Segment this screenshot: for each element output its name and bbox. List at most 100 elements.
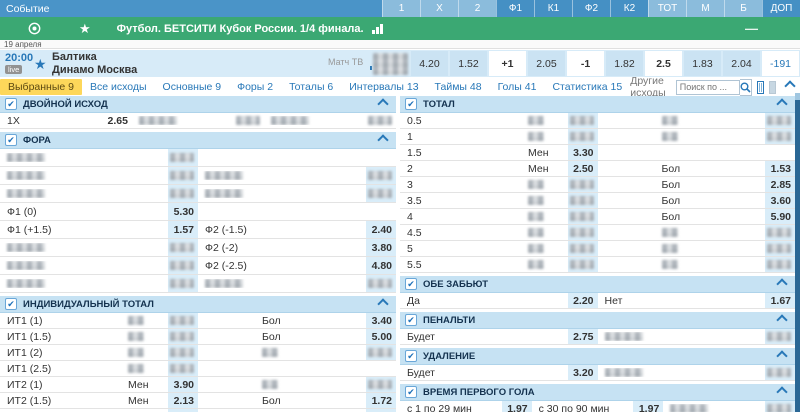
market-header-handicap[interactable]: ✔ ФОРА — [0, 132, 396, 149]
outcome-value-button[interactable]: 2.20 — [568, 293, 598, 308]
outcome-value-button — [568, 177, 598, 192]
outcome-value-button[interactable]: 5.90 — [765, 209, 795, 224]
outcome-value-button[interactable]: 3.40 — [366, 313, 396, 328]
outcome-value-button[interactable]: 2.75 — [568, 329, 598, 344]
market-section-first-goal-time: ✔ВРЕМЯ ПЕРВОГО ГОЛАс 1 по 29 мин1.97с 30… — [400, 384, 795, 412]
collapse-chevron-icon[interactable] — [776, 350, 787, 361]
match-teams[interactable]: Балтика Динамо Москва — [52, 51, 137, 77]
outcome-value-button[interactable]: 1.97 — [633, 401, 663, 412]
outcome-value-button — [765, 365, 795, 380]
tab-тоталы-6[interactable]: Тоталы 6 — [281, 79, 341, 95]
row-half — [198, 185, 396, 202]
tab-интервалы-13[interactable]: Интервалы 13 — [341, 79, 426, 95]
outcome-value-button[interactable]: 3.90 — [168, 377, 198, 392]
outcome-value-button[interactable]: 2.50 — [568, 161, 598, 176]
outcome-value-button[interactable]: 5.00 — [366, 329, 396, 344]
collapse-chevron-icon[interactable] — [776, 314, 787, 325]
outcome-value-button[interactable]: 3.80 — [366, 239, 396, 256]
odds-cell[interactable]: 4.20 — [411, 51, 448, 76]
row-half-left: 0.5 — [400, 113, 598, 128]
collapse-chevron-icon[interactable] — [377, 298, 388, 309]
outcome-value-button[interactable]: 4.80 — [366, 257, 396, 274]
odds-cell[interactable]: 2.05 — [528, 51, 565, 76]
market-header-total[interactable]: ✔ТОТАЛ — [400, 96, 795, 113]
outcome-value-button[interactable]: 1.67 — [765, 293, 795, 308]
collapse-chevron-icon[interactable] — [776, 278, 787, 289]
odds-cell[interactable]: -191 — [762, 51, 799, 76]
blurred-cell — [570, 228, 594, 237]
match-favorite-star-icon[interactable]: ★ — [34, 56, 47, 73]
outcome-value-button[interactable]: 3.20 — [568, 365, 598, 380]
checkbox-checked-icon[interactable]: ✔ — [405, 386, 417, 398]
odds-cell[interactable]: 1.52 — [450, 51, 487, 76]
outcome-value-button[interactable]: 1.53 — [765, 161, 795, 176]
outcome-value-button[interactable]: 1.72 — [366, 393, 396, 408]
favorite-star-icon[interactable]: ★ — [79, 22, 91, 35]
over-under-label: Бол — [198, 315, 366, 327]
blurred-cell — [767, 244, 791, 253]
tab-форы-2[interactable]: Форы 2 — [229, 79, 281, 95]
tab-все-исходы[interactable]: Все исходы — [82, 79, 155, 95]
outcome-value-button[interactable]: 2.65 — [102, 113, 132, 128]
collapse-chevron-icon[interactable] — [377, 98, 388, 109]
market-header-individual-total[interactable]: ✔ ИНДИВИДУАЛЬНЫЙ ТОТАЛ — [0, 296, 396, 313]
over-under-label — [528, 244, 568, 253]
checkbox-checked-icon[interactable]: ✔ — [405, 98, 417, 110]
tab-выбранные-9[interactable]: Выбранные 9 — [0, 79, 82, 95]
tab-статистика-15[interactable]: Статистика 15 — [544, 79, 630, 95]
outcome-value-button — [765, 241, 795, 256]
odds-cell[interactable]: 1.83 — [684, 51, 721, 76]
odds-cell[interactable]: -1 — [567, 51, 604, 76]
collapse-chevron-icon[interactable] — [377, 134, 388, 145]
outcome-value-button[interactable]: 5.30 — [168, 203, 198, 220]
blurred-cell — [128, 348, 144, 357]
market-title: ИНДИВИДУАЛЬНЫЙ ТОТАЛ — [23, 299, 379, 310]
row-half-left: 5 — [400, 241, 598, 256]
tab-таймы-48[interactable]: Таймы 48 — [427, 79, 490, 95]
outcome-value-button[interactable]: 1.57 — [168, 221, 198, 238]
outcome-value-button[interactable]: 2.13 — [168, 393, 198, 408]
one-column-view-icon[interactable] — [769, 81, 776, 94]
market-section-red-card: ✔УДАЛЕНИЕБудет3.20 — [400, 348, 795, 381]
market-title: ФОРА — [23, 135, 379, 146]
stats-bars-icon[interactable] — [372, 24, 384, 34]
outcome-value-button[interactable]: 1.97 — [502, 401, 532, 412]
column-header-ДОП: ДОП — [762, 0, 800, 17]
tab-голы-41[interactable]: Голы 41 — [490, 79, 545, 95]
outcome-value-button[interactable]: 2.85 — [765, 177, 795, 192]
collapse-chevron-icon[interactable] — [776, 386, 787, 397]
column-header-М: М — [686, 0, 724, 17]
market-header-red-card[interactable]: ✔УДАЛЕНИЕ — [400, 348, 795, 365]
odds-cell[interactable]: 2.04 — [723, 51, 760, 76]
checkbox-checked-icon[interactable]: ✔ — [405, 278, 417, 290]
outcome-value-button[interactable]: 2.40 — [366, 221, 396, 238]
odds-cell[interactable]: 2.5 — [645, 51, 682, 76]
blurred-cell — [368, 348, 392, 357]
market-header-double-chance[interactable]: ✔ДВОЙНОЙ ИСХОД — [0, 96, 396, 113]
live-tracker-icon[interactable] — [28, 22, 41, 35]
over-under-label — [598, 132, 766, 141]
market-header-both-score[interactable]: ✔ОБЕ ЗАБЬЮТ — [400, 276, 795, 293]
outcome-value-button[interactable]: 3.60 — [765, 193, 795, 208]
row-half-right — [598, 225, 796, 240]
collapse-chevron-icon[interactable] — [776, 98, 787, 109]
market-header-first-goal-time[interactable]: ✔ВРЕМЯ ПЕРВОГО ГОЛА — [400, 384, 795, 401]
collapse-all-icon[interactable] — [784, 81, 794, 93]
odds-cell[interactable]: +1 — [489, 51, 526, 76]
search-input[interactable] — [676, 80, 740, 95]
checkbox-checked-icon[interactable]: ✔ — [5, 98, 17, 110]
checkbox-checked-icon[interactable]: ✔ — [5, 298, 17, 310]
checkbox-checked-icon[interactable]: ✔ — [405, 314, 417, 326]
market-row: Да2.20Нет1.67 — [400, 293, 795, 309]
checkbox-checked-icon[interactable]: ✔ — [5, 134, 17, 146]
market-header-penalty[interactable]: ✔ПЕНАЛЬТИ — [400, 312, 795, 329]
market-section-penalty: ✔ПЕНАЛЬТИБудет2.75 — [400, 312, 795, 345]
search-icon[interactable] — [740, 79, 752, 96]
outcome-value-button[interactable]: 3.30 — [568, 145, 598, 160]
odds-cell[interactable]: 1.82 — [606, 51, 643, 76]
checkbox-checked-icon[interactable]: ✔ — [405, 350, 417, 362]
collapse-league-button[interactable]: — — [745, 21, 758, 36]
two-column-view-icon[interactable] — [757, 81, 765, 94]
outcome-label: 3.5 — [400, 195, 528, 207]
tab-основные-9[interactable]: Основные 9 — [155, 79, 230, 95]
